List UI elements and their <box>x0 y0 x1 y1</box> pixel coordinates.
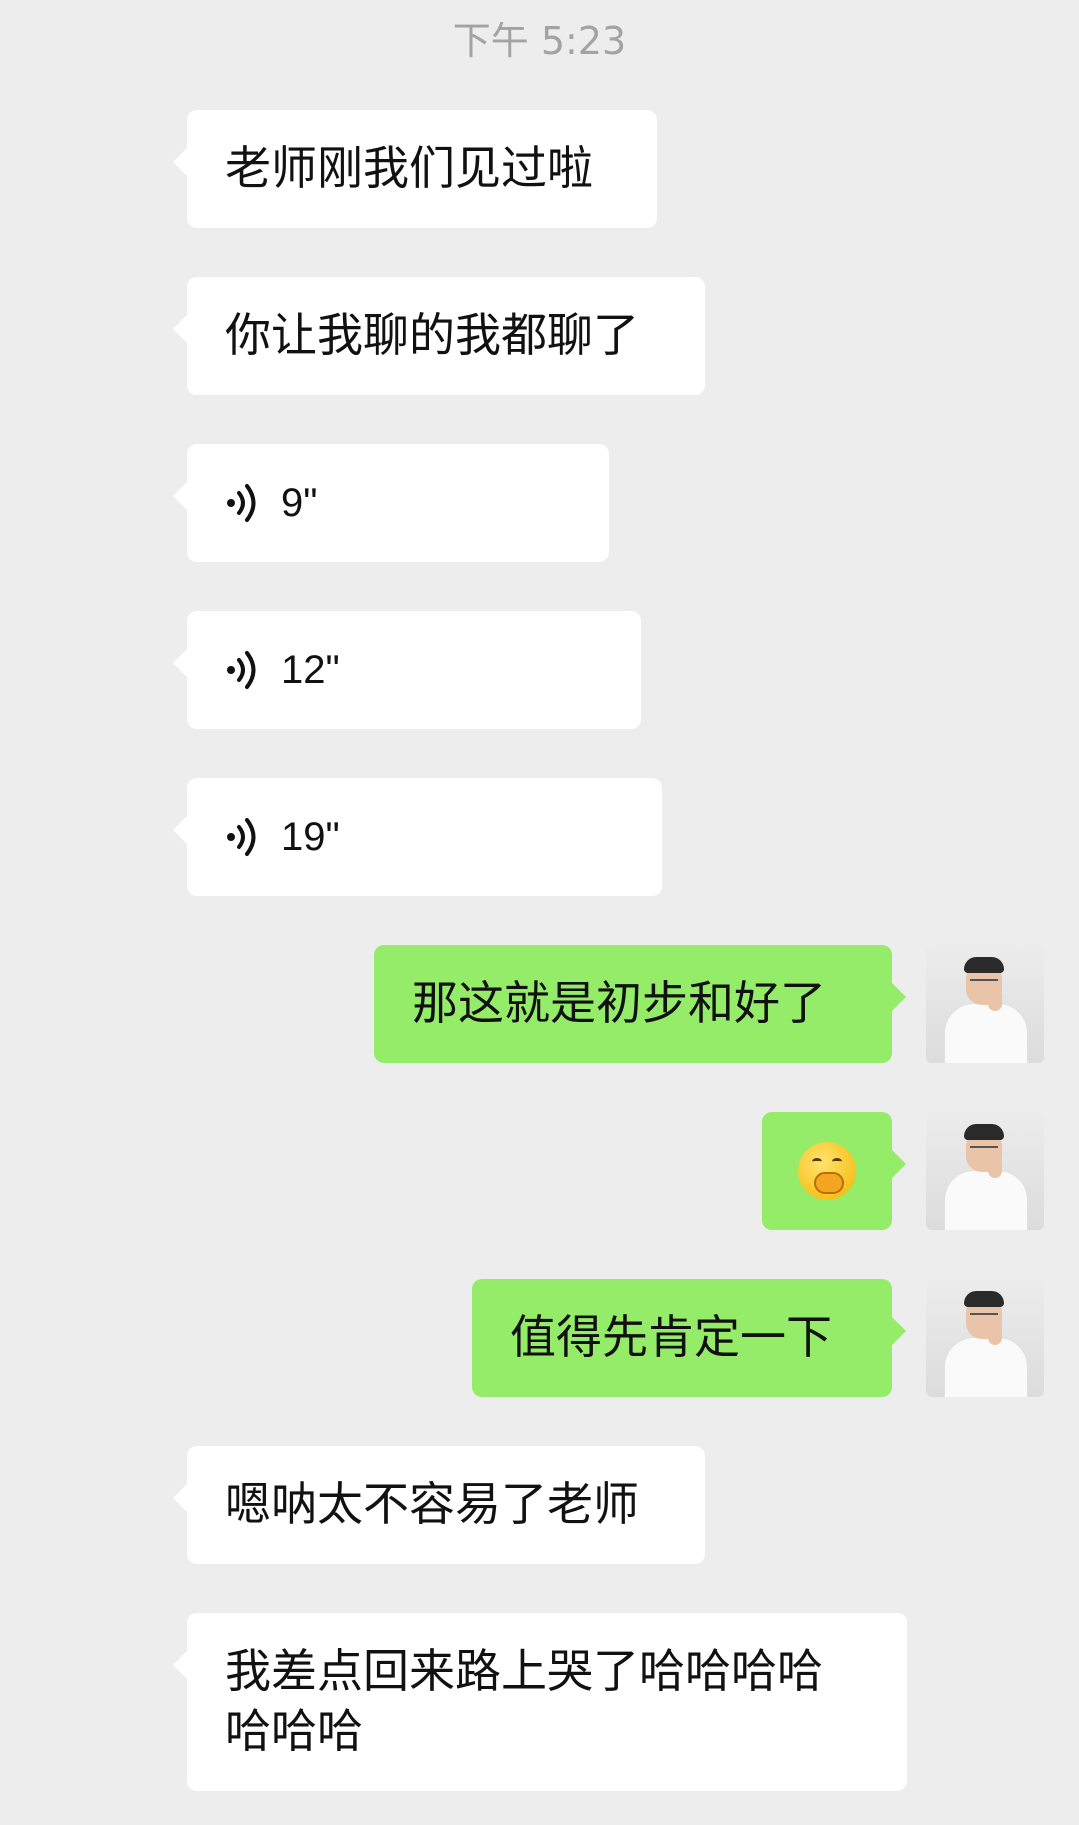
message-bubble-self[interactable]: 那这就是初步和好了 <box>374 945 906 1063</box>
timestamp: 下午 5:23 <box>452 19 627 63</box>
voice-duration: 12" <box>281 648 340 692</box>
message-bubble[interactable]: 嗯呐太不容易了老师 <box>173 1446 705 1564</box>
message-text: 老师刚我们见过啦 <box>225 141 593 195</box>
message-bubble[interactable]: 我差点回来路上哭了哈哈哈哈 哈哈哈 <box>173 1613 907 1791</box>
message-bubble[interactable]: 老师刚我们见过啦 <box>173 110 657 228</box>
voice-wave-icon <box>227 651 256 689</box>
voice-message-bubble[interactable]: 19" <box>173 778 662 896</box>
self-avatar[interactable] <box>926 1279 1044 1397</box>
message-text-line: 我差点回来路上哭了哈哈哈哈 <box>225 1644 823 1698</box>
message-bubble[interactable]: 你让我聊的我都聊了 <box>173 277 705 395</box>
voice-duration: 9" <box>281 481 318 525</box>
message-text: 你让我聊的我都聊了 <box>225 308 639 362</box>
emoji-message-bubble[interactable] <box>762 1112 906 1230</box>
voice-wave-icon <box>227 818 256 856</box>
message-text-line: 哈哈哈 <box>225 1704 363 1758</box>
self-avatar[interactable] <box>926 1112 1044 1230</box>
message-text: 值得先肯定一下 <box>510 1310 832 1364</box>
voice-wave-icon <box>227 484 256 522</box>
message-bubble-self[interactable]: 值得先肯定一下 <box>472 1279 906 1397</box>
voice-message-bubble[interactable]: 9" <box>173 444 609 562</box>
self-avatar[interactable] <box>926 945 1044 1063</box>
thinking-hand-over-mouth-emoji <box>798 1142 856 1200</box>
message-text: 那这就是初步和好了 <box>412 976 826 1030</box>
voice-message-bubble[interactable]: 12" <box>173 611 641 729</box>
message-text: 嗯呐太不容易了老师 <box>225 1477 639 1531</box>
voice-duration: 19" <box>281 815 340 859</box>
